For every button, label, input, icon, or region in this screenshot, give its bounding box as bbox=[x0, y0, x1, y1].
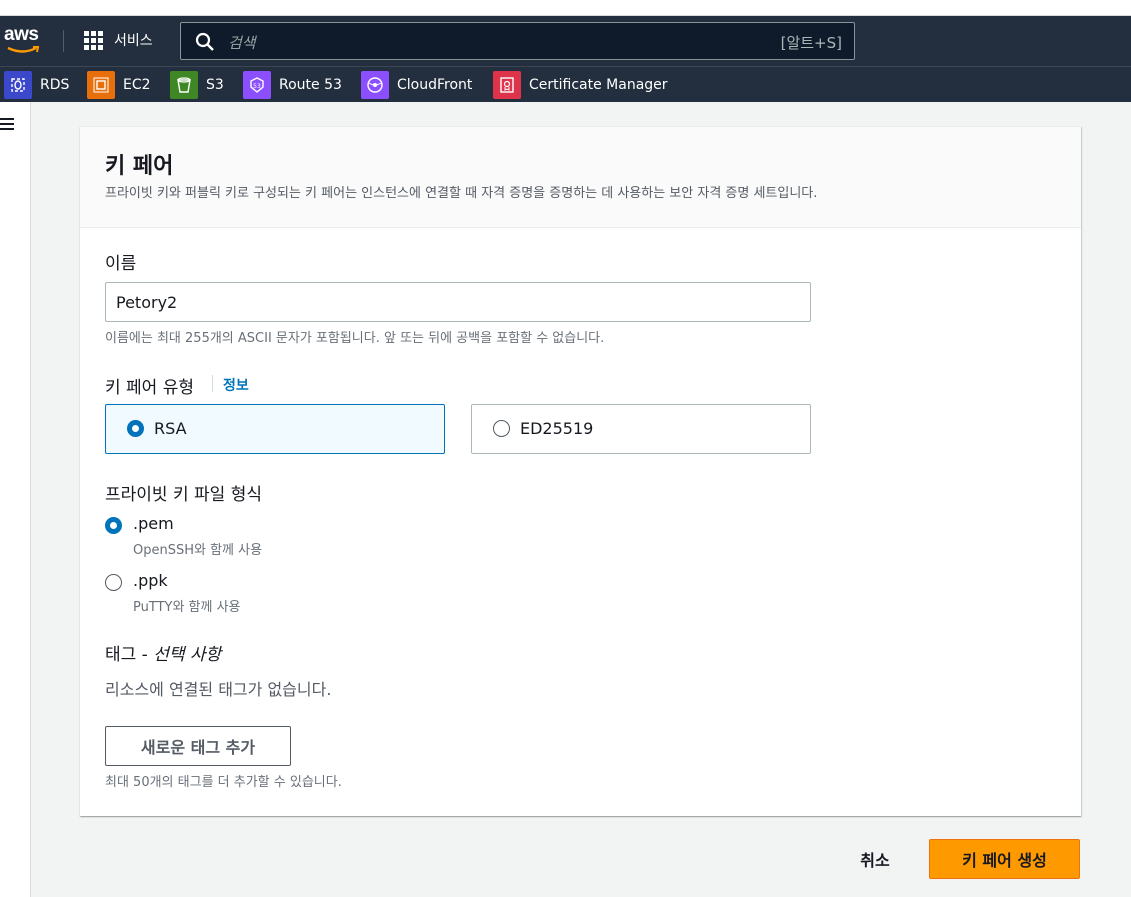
favorites-bar: RDS EC2 S3 53 Route 53 CloudFront Certif… bbox=[0, 66, 1131, 102]
aws-logo[interactable]: aws bbox=[4, 24, 44, 54]
cloudfront-icon bbox=[361, 71, 389, 99]
certificate-manager-icon bbox=[493, 71, 521, 99]
favorite-route53[interactable]: 53 Route 53 bbox=[243, 71, 342, 99]
name-label: 이름 bbox=[105, 254, 137, 274]
s3-icon bbox=[170, 71, 198, 99]
svg-text:53: 53 bbox=[253, 83, 261, 90]
rds-icon bbox=[4, 71, 32, 99]
pem-radio[interactable] bbox=[105, 517, 122, 534]
ppk-radio[interactable] bbox=[105, 574, 122, 591]
menu-icon[interactable] bbox=[0, 118, 16, 132]
tags-limit-hint: 최대 50개의 태그를 더 추가할 수 있습니다. bbox=[105, 775, 342, 790]
favorite-s3[interactable]: S3 bbox=[170, 71, 224, 99]
tags-optional-text: 선택 사항 bbox=[153, 645, 222, 665]
favorite-rds[interactable]: RDS bbox=[4, 71, 69, 99]
add-new-tag-button[interactable]: 새로운 태그 추가 bbox=[105, 726, 291, 766]
favorite-ec2[interactable]: EC2 bbox=[87, 71, 151, 99]
browser-tab-strip bbox=[0, 0, 1131, 16]
favorite-label: Certificate Manager bbox=[529, 77, 668, 93]
services-grid-icon bbox=[84, 30, 103, 50]
favorite-label: RDS bbox=[40, 77, 70, 93]
route53-icon: 53 bbox=[243, 71, 271, 99]
side-navigation bbox=[0, 102, 31, 897]
key-type-ed25519-tile[interactable]: ED25519 bbox=[471, 404, 811, 454]
page-title: 키 페어 bbox=[105, 154, 174, 179]
search-input[interactable]: 검색 [알트+S] bbox=[180, 22, 855, 60]
info-separator bbox=[212, 375, 213, 392]
ec2-icon bbox=[87, 71, 115, 99]
pem-description: OpenSSH와 함께 사용 bbox=[133, 543, 263, 558]
panel-header: 키 페어 프라이빗 키와 퍼블릭 키로 구성되는 키 페어는 인스턴스에 연결할… bbox=[80, 127, 1081, 228]
tags-label: 태그 - 선택 사항 bbox=[105, 640, 221, 665]
favorite-label: EC2 bbox=[123, 77, 151, 93]
ed25519-label: ED25519 bbox=[520, 419, 594, 438]
key-type-info-link[interactable]: 정보 bbox=[223, 375, 249, 395]
file-format-label: 프라이빗 키 파일 형식 bbox=[105, 485, 262, 505]
search-shortcut-hint: [알트+S] bbox=[780, 34, 842, 52]
services-menu-button[interactable]: 서비스 bbox=[84, 30, 153, 50]
create-key-pair-button[interactable]: 키 페어 생성 bbox=[929, 839, 1080, 879]
favorite-label: S3 bbox=[206, 77, 224, 93]
ppk-label: .ppk bbox=[133, 571, 168, 590]
tags-empty-text: 리소스에 연결된 태그가 없습니다. bbox=[105, 680, 332, 699]
panel-description: 프라이빗 키와 퍼블릭 키로 구성되는 키 페어는 인스턴스에 연결할 때 자격… bbox=[105, 186, 818, 201]
name-input[interactable] bbox=[105, 282, 811, 322]
top-navigation-bar: aws 서비스 검색 [알트+S] bbox=[0, 16, 1131, 66]
services-label: 서비스 bbox=[114, 33, 153, 49]
favorite-label: Route 53 bbox=[279, 77, 342, 93]
name-hint: 이름에는 최대 255개의 ASCII 문자가 포함됩니다. 앞 또는 뒤에 공… bbox=[105, 331, 605, 346]
aws-smile-icon bbox=[7, 46, 40, 53]
header-divider bbox=[63, 30, 64, 52]
cancel-button[interactable]: 취소 bbox=[842, 843, 908, 875]
key-pair-panel: 키 페어 프라이빗 키와 퍼블릭 키로 구성되는 키 페어는 인스턴스에 연결할… bbox=[80, 126, 1081, 816]
ppk-description: PuTTY와 함께 사용 bbox=[133, 600, 241, 615]
search-icon bbox=[195, 32, 214, 51]
aws-logo-text: aws bbox=[4, 24, 39, 45]
favorite-cloudfront[interactable]: CloudFront bbox=[361, 71, 472, 99]
search-placeholder: 검색 bbox=[228, 34, 256, 52]
favorite-certificate-manager[interactable]: Certificate Manager bbox=[493, 71, 668, 99]
ed25519-radio[interactable] bbox=[493, 420, 510, 437]
key-type-rsa-tile[interactable]: RSA bbox=[105, 404, 445, 454]
rsa-label: RSA bbox=[154, 419, 187, 438]
rsa-radio[interactable] bbox=[127, 420, 144, 437]
key-type-label: 키 페어 유형 bbox=[105, 378, 195, 398]
tags-label-text: 태그 - bbox=[105, 645, 148, 665]
pem-label: .pem bbox=[133, 514, 174, 533]
favorite-label: CloudFront bbox=[397, 77, 473, 93]
